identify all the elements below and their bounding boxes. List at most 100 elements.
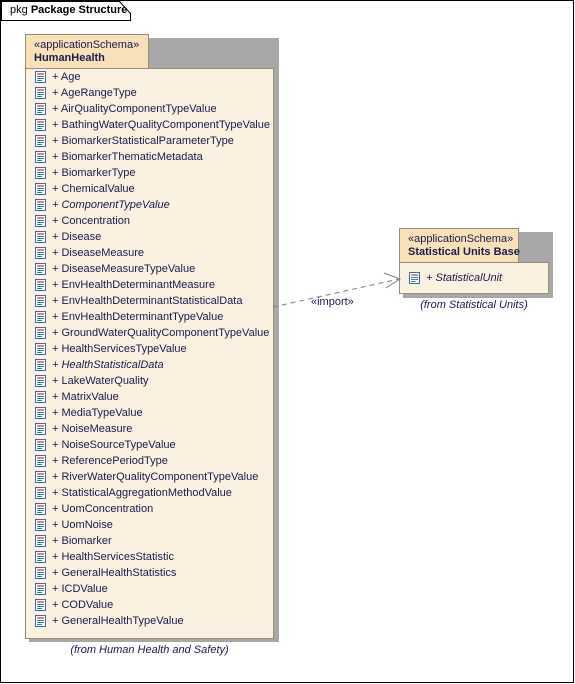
package-header-human-health[interactable]: «applicationSchema» HumanHealth bbox=[25, 34, 149, 69]
class-row[interactable]: + NoiseMeasure bbox=[26, 421, 273, 437]
uml-class-icon bbox=[35, 503, 46, 515]
uml-class-icon bbox=[35, 359, 46, 371]
class-row[interactable]: + HealthStatisticalData bbox=[26, 357, 273, 373]
class-list-statistical-units: + StatisticalUnit bbox=[400, 263, 548, 286]
uml-class-icon bbox=[35, 487, 46, 499]
class-label: + NoiseSourceTypeValue bbox=[52, 439, 176, 451]
class-row[interactable]: + ICDValue bbox=[26, 581, 273, 597]
package-stereotype: «applicationSchema» bbox=[408, 233, 514, 245]
diagram-frame-keyword: pkg bbox=[10, 4, 28, 16]
package-body-human-health: + Age + AgeRangeType + AirQualityComponent… bbox=[25, 68, 274, 639]
uml-class-icon bbox=[35, 167, 46, 179]
uml-class-icon bbox=[35, 135, 46, 147]
uml-class-icon bbox=[35, 103, 46, 115]
class-row[interactable]: + UomNoise bbox=[26, 517, 273, 533]
class-row[interactable]: + ChemicalValue bbox=[26, 181, 273, 197]
class-row[interactable]: + EnvHealthDeterminantStatisticalData bbox=[26, 293, 273, 309]
class-row[interactable]: + RiverWaterQualityComponentTypeValue bbox=[26, 469, 273, 485]
class-row[interactable]: + Biomarker bbox=[26, 533, 273, 549]
class-label: + BiomarkerThematicMetadata bbox=[52, 151, 203, 163]
uml-class-icon bbox=[35, 567, 46, 579]
class-label: + BiomarkerType bbox=[52, 167, 136, 179]
package-statistical-units-base[interactable]: «applicationSchema» Statistical Units Ba… bbox=[399, 228, 559, 323]
class-label: + AgeRangeType bbox=[52, 87, 137, 99]
uml-class-icon bbox=[35, 199, 46, 211]
uml-class-icon bbox=[35, 375, 46, 387]
class-label: + Biomarker bbox=[52, 535, 112, 547]
class-row[interactable]: + ReferencePeriodType bbox=[26, 453, 273, 469]
class-row[interactable]: + MatrixValue bbox=[26, 389, 273, 405]
diagram-frame-tab: pkg Package Structure bbox=[1, 1, 131, 21]
uml-class-icon bbox=[35, 407, 46, 419]
class-row[interactable]: + ComponentTypeValue bbox=[26, 197, 273, 213]
class-label: + MatrixValue bbox=[52, 391, 119, 403]
class-row[interactable]: + MediaTypeValue bbox=[26, 405, 273, 421]
uml-class-icon bbox=[35, 119, 46, 131]
uml-class-icon bbox=[35, 615, 46, 627]
package-header-statistical-units-base[interactable]: «applicationSchema» Statistical Units Ba… bbox=[399, 228, 520, 263]
class-label: + NoiseMeasure bbox=[52, 423, 133, 435]
class-label: + EnvHealthDeterminantStatisticalData bbox=[52, 295, 243, 307]
class-row[interactable]: + DiseaseMeasureTypeValue bbox=[26, 261, 273, 277]
class-row[interactable]: + Concentration bbox=[26, 213, 273, 229]
class-row[interactable]: + BiomarkerThematicMetadata bbox=[26, 149, 273, 165]
class-row[interactable]: + Disease bbox=[26, 229, 273, 245]
uml-class-icon bbox=[35, 455, 46, 467]
package-name: Statistical Units Base bbox=[408, 246, 520, 258]
class-row[interactable]: + DiseaseMeasure bbox=[26, 245, 273, 261]
class-row[interactable]: + GeneralHealthTypeValue bbox=[26, 613, 273, 629]
class-row[interactable]: + UomConcentration bbox=[26, 501, 273, 517]
class-row[interactable]: + HealthServicesStatistic bbox=[26, 549, 273, 565]
class-label: + CODValue bbox=[52, 599, 114, 611]
package-caption-human-health: (from Human Health and Safety) bbox=[70, 644, 229, 656]
class-row[interactable]: + AgeRangeType bbox=[26, 85, 273, 101]
class-row[interactable]: + BiomarkerType bbox=[26, 165, 273, 181]
import-connector-label: «import» bbox=[311, 296, 354, 308]
uml-class-icon bbox=[35, 327, 46, 339]
class-label: + Age bbox=[52, 71, 81, 83]
uml-class-icon bbox=[35, 471, 46, 483]
class-label: + DiseaseMeasure bbox=[52, 247, 145, 259]
class-row[interactable]: + LakeWaterQuality bbox=[26, 373, 273, 389]
class-row[interactable]: + Age bbox=[26, 69, 273, 85]
diagram-frame-title: Package Structure bbox=[30, 4, 128, 16]
package-human-health[interactable]: «applicationSchema» HumanHealth + Age + A… bbox=[25, 34, 283, 656]
class-row[interactable]: + AirQualityComponentTypeValue bbox=[26, 101, 273, 117]
class-label: + StatisticalAggregationMethodValue bbox=[52, 487, 232, 499]
class-row[interactable]: + GeneralHealthStatistics bbox=[26, 565, 273, 581]
uml-class-icon bbox=[35, 151, 46, 163]
diagram-frame: pkg Package Structure «applicationSchema… bbox=[0, 0, 574, 683]
class-label: + ComponentTypeValue bbox=[52, 199, 170, 211]
class-row[interactable]: + BathingWaterQualityComponentTypeValue bbox=[26, 117, 273, 133]
uml-class-icon bbox=[35, 551, 46, 563]
class-label: + StatisticalUnit bbox=[426, 272, 503, 284]
class-label: + LakeWaterQuality bbox=[52, 375, 149, 387]
class-row[interactable]: + BiomarkerStatisticalParameterType bbox=[26, 133, 273, 149]
class-row[interactable]: + CODValue bbox=[26, 597, 273, 613]
class-row[interactable]: + EnvHealthDeterminantTypeValue bbox=[26, 309, 273, 325]
class-row[interactable]: + GroundWaterQualityComponentTypeValue bbox=[26, 325, 273, 341]
class-label: + ChemicalValue bbox=[52, 183, 135, 195]
class-label: + HealthServicesStatistic bbox=[52, 551, 174, 563]
import-connector[interactable] bbox=[266, 266, 411, 321]
uml-class-icon bbox=[35, 439, 46, 451]
class-label: + BiomarkerStatisticalParameterType bbox=[52, 135, 234, 147]
class-row[interactable]: + HealthServicesTypeValue bbox=[26, 341, 273, 357]
class-row[interactable]: + EnvHealthDeterminantMeasure bbox=[26, 277, 273, 293]
uml-class-icon bbox=[35, 215, 46, 227]
uml-class-icon bbox=[35, 71, 46, 83]
class-row[interactable]: + StatisticalAggregationMethodValue bbox=[26, 485, 273, 501]
class-label: + HealthStatisticalData bbox=[52, 359, 164, 371]
class-label: + DiseaseMeasureTypeValue bbox=[52, 263, 196, 275]
uml-class-icon bbox=[35, 391, 46, 403]
diagram-frame-label: pkg Package Structure bbox=[10, 4, 127, 16]
class-label: + HealthServicesTypeValue bbox=[52, 343, 187, 355]
class-label: + ICDValue bbox=[52, 583, 108, 595]
class-label: + Concentration bbox=[52, 215, 130, 227]
class-row[interactable]: + StatisticalUnit bbox=[400, 270, 548, 286]
package-caption-statistical-units-base: (from Statistical Units) bbox=[420, 299, 528, 311]
class-list-human-health: + Age + AgeRangeType + AirQualityComponent… bbox=[26, 69, 273, 629]
uml-class-icon bbox=[35, 87, 46, 99]
class-label: + Disease bbox=[52, 231, 102, 243]
class-row[interactable]: + NoiseSourceTypeValue bbox=[26, 437, 273, 453]
